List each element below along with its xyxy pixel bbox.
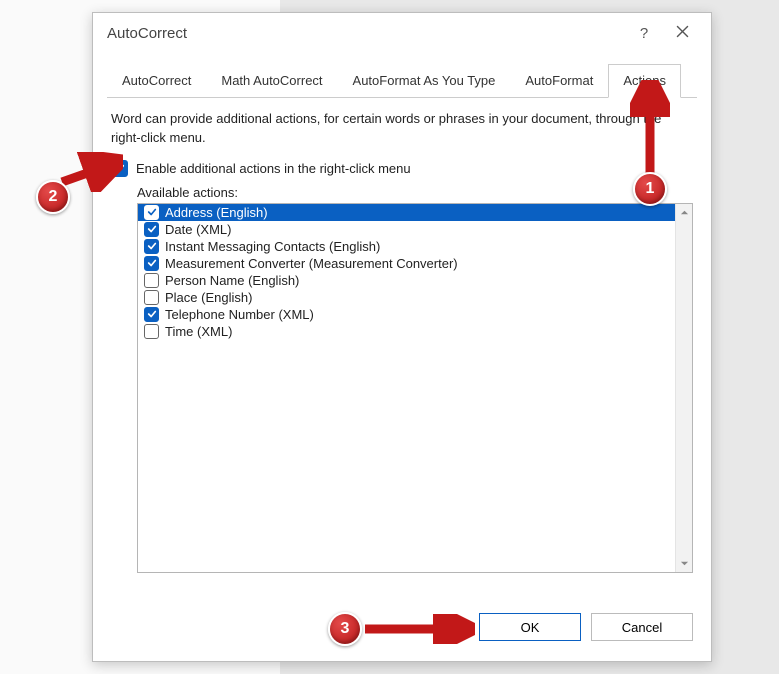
list-item-checkbox[interactable] — [144, 273, 159, 288]
titlebar: AutoCorrect ? — [93, 13, 711, 53]
list-item[interactable]: Time (XML) — [138, 323, 675, 340]
listbox-inner: Address (English) Date (XML) Instant Messa… — [138, 204, 675, 572]
scroll-up-button[interactable] — [676, 204, 692, 221]
tab-autoformat[interactable]: AutoFormat — [510, 64, 608, 98]
chevron-down-icon — [680, 559, 689, 568]
check-icon — [147, 326, 157, 336]
list-item-label: Instant Messaging Contacts (English) — [165, 239, 380, 254]
list-item-checkbox[interactable] — [144, 256, 159, 271]
list-item-label: Person Name (English) — [165, 273, 299, 288]
list-item-label: Telephone Number (XML) — [165, 307, 314, 322]
check-icon — [147, 224, 157, 234]
enable-actions-checkbox[interactable] — [111, 160, 128, 177]
list-item[interactable]: Address (English) — [138, 204, 675, 221]
list-item-checkbox[interactable] — [144, 222, 159, 237]
dialog-title: AutoCorrect — [107, 25, 625, 42]
available-actions-label: Available actions: — [137, 185, 693, 200]
close-icon — [676, 25, 689, 38]
list-item-checkbox[interactable] — [144, 205, 159, 220]
check-icon — [147, 309, 157, 319]
dialog-footer: OK Cancel — [93, 597, 711, 661]
chevron-up-icon — [680, 208, 689, 217]
check-icon — [147, 275, 157, 285]
annotation-badge-2: 2 — [36, 180, 70, 214]
cancel-button[interactable]: Cancel — [591, 613, 693, 641]
list-item-checkbox[interactable] — [144, 290, 159, 305]
autocorrect-dialog: AutoCorrect ? AutoCorrect Math AutoCorre… — [92, 12, 712, 662]
tab-bar: AutoCorrect Math AutoCorrect AutoFormat … — [107, 63, 697, 98]
list-item-label: Address (English) — [165, 205, 268, 220]
list-item-label: Time (XML) — [165, 324, 232, 339]
scrollbar[interactable] — [675, 204, 692, 572]
check-icon — [147, 258, 157, 268]
enable-actions-row[interactable]: Enable additional actions in the right-c… — [111, 160, 693, 177]
list-item[interactable]: Instant Messaging Contacts (English) — [138, 238, 675, 255]
list-item[interactable]: Measurement Converter (Measurement Conve… — [138, 255, 675, 272]
list-item-label: Date (XML) — [165, 222, 231, 237]
description-text: Word can provide additional actions, for… — [111, 110, 693, 148]
ok-button[interactable]: OK — [479, 613, 581, 641]
enable-actions-label: Enable additional actions in the right-c… — [136, 161, 411, 176]
tab-autoformat-as-you-type[interactable]: AutoFormat As You Type — [338, 64, 511, 98]
annotation-badge-3: 3 — [328, 612, 362, 646]
check-icon — [147, 292, 157, 302]
tab-actions[interactable]: Actions — [608, 64, 681, 98]
check-icon — [147, 241, 157, 251]
check-icon — [114, 163, 125, 174]
list-item[interactable]: Date (XML) — [138, 221, 675, 238]
list-item-checkbox[interactable] — [144, 307, 159, 322]
list-item-label: Measurement Converter (Measurement Conve… — [165, 256, 458, 271]
help-button[interactable]: ? — [625, 25, 663, 42]
scroll-down-button[interactable] — [676, 555, 692, 572]
list-item[interactable]: Place (English) — [138, 289, 675, 306]
list-item-checkbox[interactable] — [144, 239, 159, 254]
list-item-checkbox[interactable] — [144, 324, 159, 339]
available-actions-listbox[interactable]: Address (English) Date (XML) Instant Messa… — [137, 203, 693, 573]
list-item-label: Place (English) — [165, 290, 252, 305]
tab-autocorrect[interactable]: AutoCorrect — [107, 64, 206, 98]
annotation-badge-1: 1 — [633, 172, 667, 206]
list-item[interactable]: Telephone Number (XML) — [138, 306, 675, 323]
tab-content: Word can provide additional actions, for… — [93, 98, 711, 597]
tab-math-autocorrect[interactable]: Math AutoCorrect — [206, 64, 337, 98]
close-button[interactable] — [663, 25, 701, 41]
check-icon — [147, 207, 157, 217]
list-item[interactable]: Person Name (English) — [138, 272, 675, 289]
